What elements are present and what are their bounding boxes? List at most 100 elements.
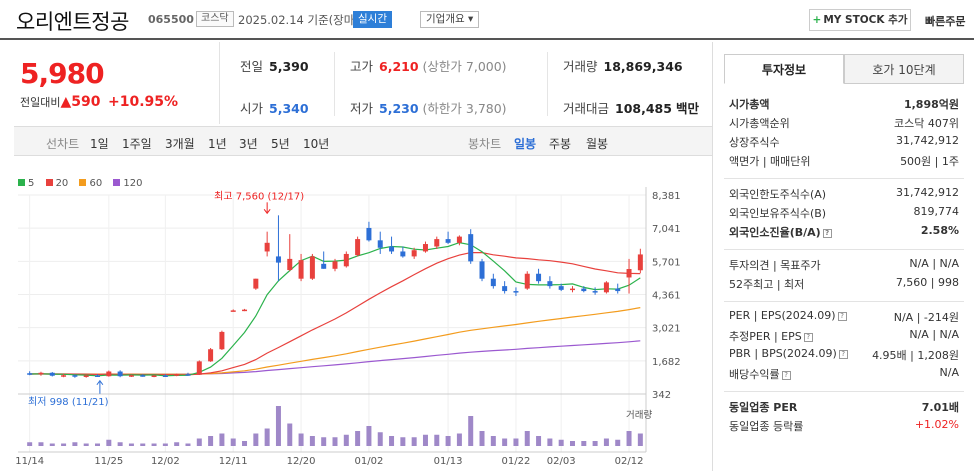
- sector-per-row[interactable]: 동일업종 PER 7.01배: [729, 399, 959, 417]
- volume-bar: [49, 443, 55, 446]
- stock-name: 오리엔트정공: [16, 10, 129, 34]
- stock-code: 065500: [148, 13, 194, 26]
- volume-bar: [637, 433, 643, 446]
- candle: [377, 240, 383, 248]
- candle: [185, 374, 191, 376]
- volume-bar: [27, 442, 33, 446]
- current-price: 5,980: [20, 57, 105, 90]
- candle: [83, 375, 89, 377]
- add-mystock-button[interactable]: + MY STOCK 추가: [809, 9, 911, 31]
- candle: [196, 361, 202, 375]
- candle: [61, 375, 67, 377]
- help-icon[interactable]: ?: [781, 371, 791, 380]
- cap-rank-value: 코스닥 407위: [894, 117, 959, 130]
- shares-value: 31,742,912: [896, 134, 959, 147]
- est-per-value: N/A | N/A: [909, 328, 959, 341]
- pbr-label: PBR | BPS(2024.09): [729, 347, 837, 360]
- company-overview-dropdown[interactable]: 기업개요 ▾: [420, 11, 480, 28]
- help-icon[interactable]: ?: [837, 312, 847, 321]
- candle: [128, 375, 134, 377]
- pbr-row: PBR | BPS(2024.09)? 4.95배 | 1,208원: [729, 347, 959, 365]
- live-button[interactable]: 실시간: [353, 11, 392, 28]
- price-summary: 전일 5,390 고가 6,210 (상한가 7,000) 거래량 18,869,34…: [222, 42, 712, 124]
- ma60-line: [29, 307, 641, 375]
- candle: [366, 227, 372, 241]
- shares-row: 상장주식수 31,742,912: [729, 134, 959, 152]
- tab-order-book[interactable]: 호가 10단계: [844, 54, 964, 84]
- candle: [513, 291, 519, 293]
- period-1d[interactable]: 1일: [90, 135, 109, 152]
- sector-rate-row[interactable]: 동일업종 등락률 +1.02%: [729, 418, 959, 436]
- volume-bar: [422, 434, 428, 446]
- shares-label: 상장주식수: [729, 136, 780, 149]
- volume-bar: [208, 436, 214, 446]
- period-3m[interactable]: 3개월: [165, 135, 195, 152]
- volume-bar: [162, 443, 168, 446]
- opinion-row: 투자의견 | 목표주가 N/A | N/A: [729, 257, 959, 275]
- par-row: 액면가 | 매매단위 500원 | 1주: [729, 153, 959, 171]
- period-1y[interactable]: 1년: [208, 135, 227, 152]
- candle: [332, 261, 338, 269]
- volume-bar: [332, 437, 338, 446]
- y-tick-label: 3,021: [652, 324, 681, 335]
- volume-bar: [366, 426, 372, 446]
- volume-bar: [106, 439, 112, 446]
- sector-per-label: 동일업종 PER: [729, 401, 798, 414]
- opinion-label: 투자의견 | 목표주가: [729, 259, 821, 272]
- period-3y[interactable]: 3년: [239, 135, 258, 152]
- help-icon[interactable]: ?: [803, 333, 813, 342]
- candle: [603, 282, 609, 293]
- volume-bar: [603, 438, 609, 446]
- stock-header: 오리엔트정공 065500 코스닥 2025.02.14 기준(장마감) 실시간…: [0, 0, 974, 40]
- volume-bar: [445, 436, 451, 446]
- candle-weekly[interactable]: 주봉: [549, 135, 571, 152]
- volume-bar: [355, 431, 361, 446]
- period-10y[interactable]: 10년: [303, 135, 329, 152]
- dividend-row: 배당수익률? N/A: [729, 366, 959, 384]
- add-mystock-label: MY STOCK 추가: [823, 14, 908, 26]
- y-tick-label: 7,041: [652, 224, 681, 235]
- sector-rate-value: +1.02%: [914, 418, 959, 431]
- volume-bar: [468, 416, 474, 446]
- period-1w[interactable]: 1주일: [122, 135, 152, 152]
- candle: [536, 273, 542, 282]
- volume-bar: [558, 439, 564, 446]
- candle: [490, 278, 496, 287]
- candle-daily[interactable]: 일봉: [514, 135, 536, 152]
- candle: [581, 288, 587, 292]
- period-5y[interactable]: 5년: [271, 135, 290, 152]
- volume-bar: [174, 442, 180, 446]
- candle: [95, 375, 101, 377]
- candlestick-chart[interactable]: 8,381 7,041 5,701 4,361 3,021 1,682 342 11/14 11…: [14, 156, 712, 471]
- volume-bar: [219, 433, 225, 446]
- open-label: 시가: [240, 101, 264, 116]
- candle: [140, 375, 146, 377]
- quick-order-link[interactable]: 빠른주문: [925, 13, 965, 29]
- par-label: 액면가 | 매매단위: [729, 155, 811, 168]
- help-icon[interactable]: ?: [838, 350, 848, 359]
- help-icon[interactable]: ?: [822, 229, 832, 238]
- volume-bar: [536, 436, 542, 446]
- candle: [264, 242, 270, 252]
- candle: [637, 254, 643, 271]
- volume-bar: [581, 441, 587, 446]
- cap-rank-row[interactable]: 시가총액순위 코스닥 407위: [729, 115, 959, 133]
- candle: [456, 236, 462, 243]
- candle: [27, 373, 33, 375]
- candle: [422, 244, 428, 252]
- volume-bar: [151, 443, 157, 446]
- candle: [38, 372, 44, 375]
- x-tick-label: 11/25: [94, 456, 123, 467]
- volume-bar: [547, 438, 553, 446]
- market-cap-value: 1,898억원: [903, 98, 959, 111]
- volume-value: 18,869,346: [603, 59, 683, 74]
- candle: [174, 374, 180, 376]
- candle-monthly[interactable]: 월봉: [586, 135, 608, 152]
- tab-invest-info[interactable]: 투자정보: [724, 54, 844, 84]
- ma120-line: [29, 340, 641, 375]
- candle: [321, 263, 327, 269]
- high-label: 고가: [350, 59, 374, 74]
- prev-close: 전일 5,390: [240, 56, 309, 75]
- sector-per-value: 7.01배: [921, 401, 959, 414]
- chart-period-bar: 선차트 1일 1주일 3개월 1년 3년 5년 10년 봉차트 일봉 주봉 월봉: [14, 126, 712, 156]
